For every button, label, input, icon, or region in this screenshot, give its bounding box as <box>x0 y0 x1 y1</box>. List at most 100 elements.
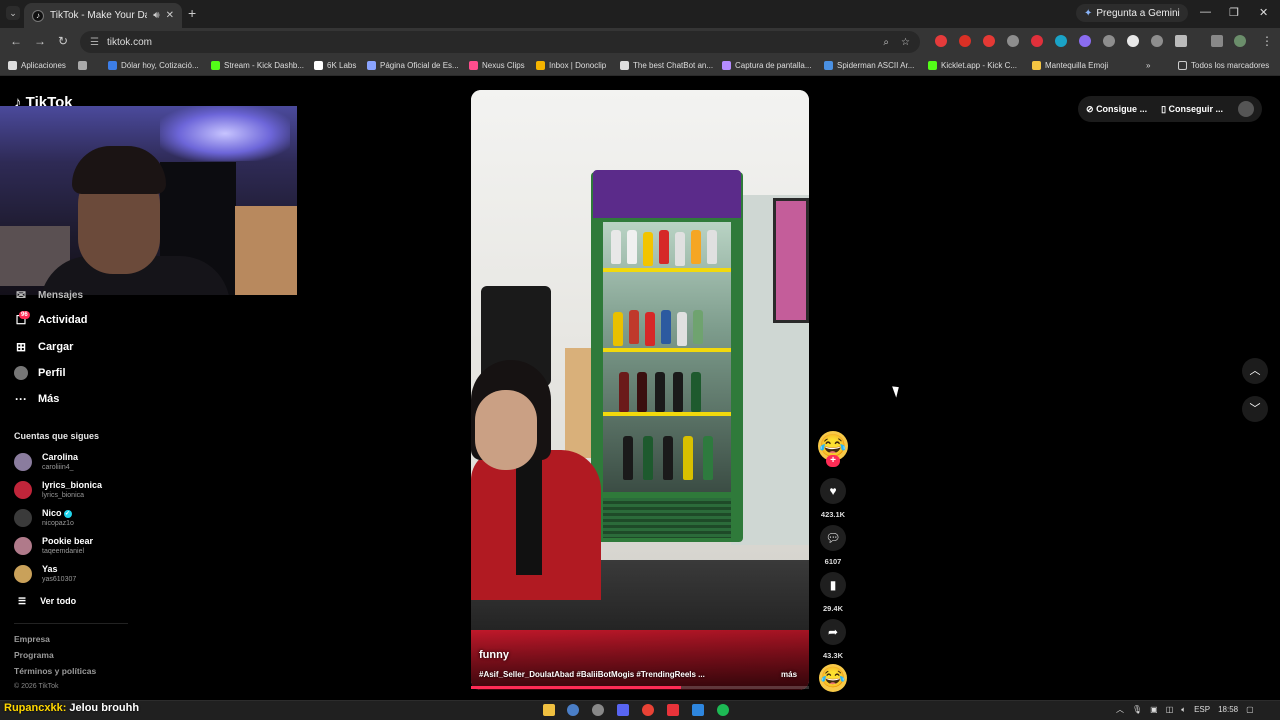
tray-chevron-icon[interactable]: ︿ <box>1116 704 1124 715</box>
see-all-button[interactable]: ☰ Ver todo <box>18 596 76 607</box>
language-indicator[interactable]: ESP <box>1194 705 1210 714</box>
extension-icon[interactable] <box>1127 35 1139 47</box>
clock[interactable]: 18:58 <box>1218 705 1238 714</box>
like-button[interactable]: ♥ 423.1K <box>818 478 848 519</box>
bookmark-item[interactable]: Stream - Kick Dashb... <box>211 61 304 70</box>
more-bookmarks-icon[interactable]: » <box>1146 61 1150 70</box>
extension-icon[interactable] <box>1103 35 1115 47</box>
bookmark-item[interactable]: Captura de pantalla... <box>722 61 812 70</box>
heart-icon: ♥ <box>820 478 846 504</box>
extension-icon[interactable] <box>1055 35 1067 47</box>
close-window-icon[interactable]: ✕ <box>1259 6 1268 19</box>
extension-icon[interactable] <box>1079 35 1091 47</box>
footer-link[interactable]: Programa <box>14 650 54 660</box>
sidebar-item-mensajes[interactable]: ✉ Mensajes <box>14 288 83 302</box>
footer-link[interactable]: Términos y políticas <box>14 666 96 676</box>
adblock-icon[interactable] <box>983 35 995 47</box>
notifications-icon[interactable]: ▢ <box>1246 705 1254 714</box>
extensions-puzzle-icon[interactable] <box>1175 35 1187 47</box>
following-account[interactable]: Carolina caroliiin4_ <box>14 450 78 474</box>
bookmark-item[interactable]: Spiderman ASCII Ar... <box>824 61 914 70</box>
bookmark-item[interactable]: Nexus Clips <box>469 61 525 70</box>
avatar <box>14 481 32 499</box>
bookmark-item[interactable]: Kicklet.app - Kick C... <box>928 61 1017 70</box>
sidebar-item-perfil[interactable]: Perfil <box>14 366 66 380</box>
minimize-window-icon[interactable]: — <box>1200 6 1211 18</box>
bookmark-favicon-icon <box>314 61 323 70</box>
address-bar[interactable]: ☰ tiktok.com ⌕ ☆ <box>80 31 920 53</box>
gemini-button[interactable]: ✦ Pregunta a Gemini <box>1076 4 1188 22</box>
comment-button[interactable]: 💬︎ 6107 <box>818 525 848 566</box>
save-button[interactable]: ▮ 29.4K <box>818 572 848 613</box>
profile-icon <box>14 366 28 380</box>
music-disc-icon[interactable]: 😂 <box>819 664 847 692</box>
extension-icon[interactable] <box>1151 35 1163 47</box>
bookmark-star-icon[interactable]: ☆ <box>901 37 910 48</box>
stream-chat-message: Rupancxkk: Jelou brouhh <box>4 702 139 714</box>
spotify-icon[interactable] <box>717 704 729 716</box>
reading-list-icon[interactable] <box>1211 35 1223 47</box>
bookmark-item[interactable]: Mantequilla Emoji <box>1032 61 1108 70</box>
volume-icon[interactable]: 🔈︎ <box>1181 705 1186 715</box>
back-icon[interactable]: ← <box>10 34 22 48</box>
extension-icon[interactable] <box>1031 35 1043 47</box>
sidebar-item-label: Perfil <box>38 367 66 379</box>
bookmark-item[interactable]: Dólar hoy, Cotizació... <box>108 61 199 70</box>
tray-app-icon[interactable]: ▣ <box>1150 705 1158 714</box>
next-video-chevron-down-icon[interactable]: ﹀ <box>1242 396 1268 422</box>
network-icon[interactable]: ◫ <box>1166 705 1174 714</box>
browser-menu-icon[interactable]: ⋮ <box>1261 34 1273 48</box>
account-name: Nico <box>42 508 62 518</box>
reload-icon[interactable]: ↻ <box>58 34 68 48</box>
extension-icon[interactable] <box>935 35 947 47</box>
chrome-icon[interactable] <box>642 704 654 716</box>
share-button[interactable]: ➦ 43.3K <box>818 619 848 660</box>
file-explorer-icon[interactable] <box>543 704 555 716</box>
new-tab-icon[interactable]: + <box>188 6 196 20</box>
following-account[interactable]: Pookie bear taqeemdaniel <box>14 534 93 558</box>
extension-icon[interactable] <box>959 35 971 47</box>
extension-icon[interactable] <box>1007 35 1019 47</box>
app-icon[interactable] <box>692 704 704 716</box>
more-icon: ··· <box>15 392 27 406</box>
tab-groups-icon[interactable] <box>78 61 87 70</box>
microphone-icon[interactable]: 🎙︎ <box>1132 705 1142 714</box>
all-bookmarks-button[interactable]: Todos los marcadores <box>1178 61 1269 70</box>
following-account[interactable]: Nico ✓ nicopaz1o <box>14 506 74 530</box>
video-player[interactable] <box>471 90 809 690</box>
footer-link[interactable]: Empresa <box>14 634 50 644</box>
sidebar-item-mas[interactable]: ··· Más <box>14 392 59 406</box>
get-app-button[interactable]: ▯ Conseguir ... <box>1161 104 1223 115</box>
close-tab-icon[interactable]: ✕ <box>166 10 174 21</box>
speaker-icon[interactable]: 🔊︎ <box>153 10 159 21</box>
forward-icon[interactable]: → <box>34 34 46 48</box>
restore-window-icon[interactable]: ❐ <box>1229 6 1239 19</box>
following-account[interactable]: Yas yas610307 <box>14 562 76 586</box>
bookmark-item[interactable]: Aplicaciones <box>8 61 66 70</box>
follow-plus-icon[interactable]: + <box>826 455 840 467</box>
steam-icon[interactable] <box>567 704 579 716</box>
browser-tab[interactable]: ♪ TikTok - Make Your Day 🔊︎ ✕ <box>24 3 182 28</box>
tab-search-chevron-icon[interactable]: ⌄ <box>6 6 20 20</box>
user-avatar[interactable] <box>1238 101 1254 117</box>
comment-count: 6107 <box>824 557 842 566</box>
bookmark-item[interactable]: 6K Labs <box>314 61 356 70</box>
get-coins-button[interactable]: ⊘ Consigue ... <box>1086 104 1147 115</box>
discord-icon[interactable] <box>617 704 629 716</box>
bookmark-item[interactable]: Página Oficial de Es... <box>367 61 459 70</box>
brave-icon[interactable] <box>667 704 679 716</box>
site-info-icon[interactable]: ☰ <box>90 37 99 48</box>
bookmark-item[interactable]: The best ChatBot an... <box>620 61 713 70</box>
profile-avatar-icon[interactable] <box>1234 35 1246 47</box>
video-progress-bar[interactable] <box>471 686 809 689</box>
bookmark-item[interactable]: Inbox | Donoclip <box>536 61 606 70</box>
following-account[interactable]: lyrics_bionica lyrics_bionica <box>14 478 102 502</box>
video-hashtags[interactable]: #Asif_Seller_DoulatAbad #BaliiBotMogis #… <box>479 670 719 679</box>
sidebar-item-cargar[interactable]: ⊞ Cargar <box>14 340 74 354</box>
previous-video-chevron-up-icon[interactable]: ︿ <box>1242 358 1268 384</box>
zoom-search-icon[interactable]: ⌕ <box>883 37 889 48</box>
video-author[interactable]: funny <box>479 649 509 661</box>
activity-badge: 96 <box>19 311 30 319</box>
obs-icon[interactable] <box>592 704 604 716</box>
expand-caption-button[interactable]: más <box>781 670 797 679</box>
